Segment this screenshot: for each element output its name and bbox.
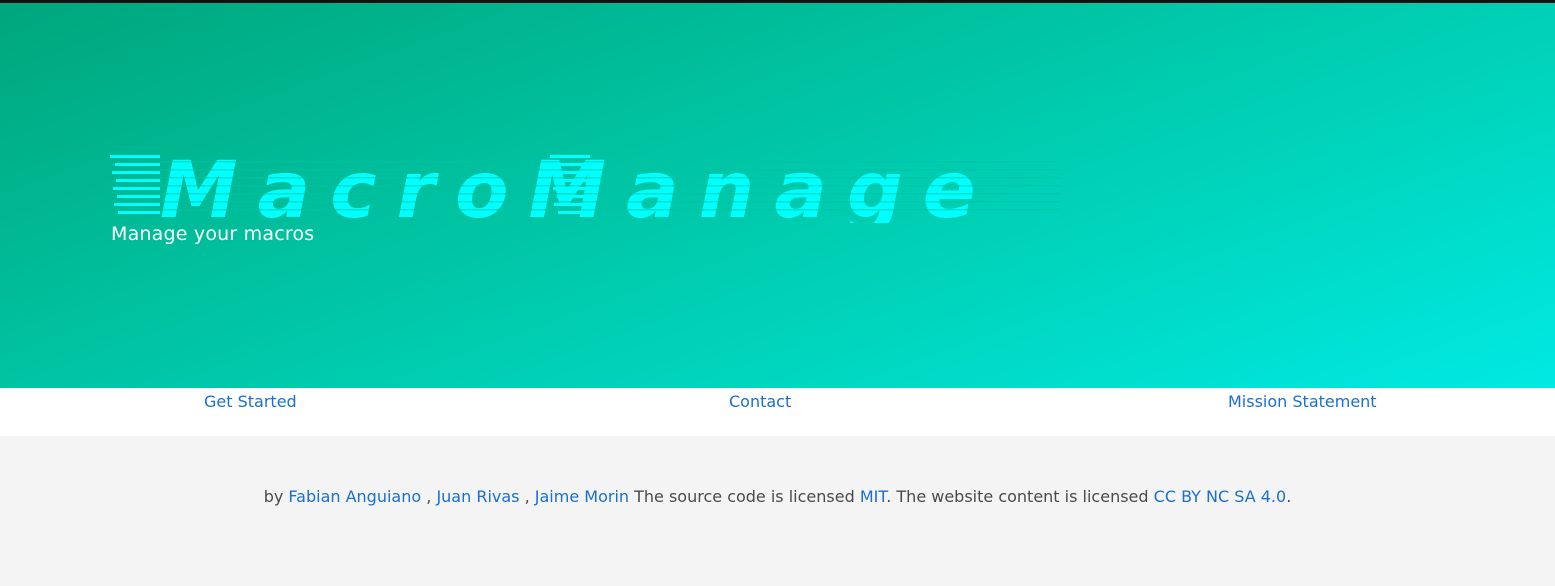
footer-credits: by Fabian Anguiano , Juan Rivas , Jaime …	[0, 487, 1555, 506]
footer: by Fabian Anguiano , Juan Rivas , Jaime …	[0, 436, 1555, 586]
nav-link-get-started[interactable]: Get Started	[204, 392, 297, 411]
hero-banner: MacroManage Manage your macros	[0, 3, 1555, 388]
source-license-text: The source code is licensed	[634, 487, 855, 506]
nav-link-contact[interactable]: Contact	[729, 392, 791, 411]
author-link-juan[interactable]: Juan Rivas	[436, 487, 519, 506]
site-logo[interactable]: MacroManage	[110, 143, 1060, 223]
author-link-fabian[interactable]: Fabian Anguiano	[288, 487, 421, 506]
main-nav: Get Started Contact Mission Statement	[0, 388, 1555, 436]
footer-by-label: by	[263, 487, 284, 506]
author-separator: ,	[426, 487, 432, 506]
tagline: Manage your macros	[111, 223, 315, 245]
author-link-jaime[interactable]: Jaime Morin	[535, 487, 629, 506]
cc-license-link[interactable]: CC BY NC SA 4.0	[1154, 487, 1287, 506]
content-license-text: . The website content is licensed	[886, 487, 1149, 506]
footer-period: .	[1286, 487, 1292, 506]
logo-text: MacroManage	[160, 146, 996, 223]
mit-license-link[interactable]: MIT	[860, 487, 886, 506]
nav-link-mission-statement[interactable]: Mission Statement	[1228, 392, 1377, 411]
author-separator: ,	[524, 487, 530, 506]
